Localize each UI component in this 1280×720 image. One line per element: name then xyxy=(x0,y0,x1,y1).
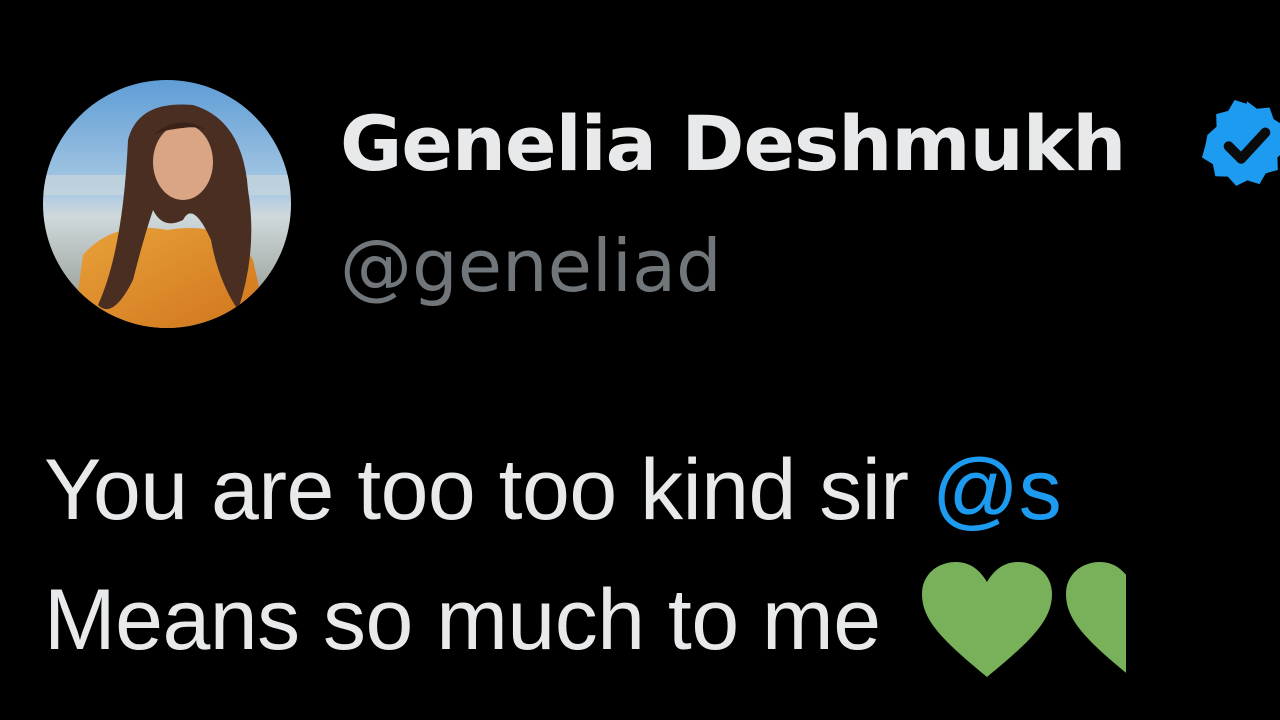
tweet-line-1: You are too too kind sir @s xyxy=(44,430,1280,560)
tweet-line-1-text: You are too too kind sir xyxy=(44,442,932,538)
tweet-text: You are too too kind sir @s Means so muc… xyxy=(44,430,1280,690)
tweet-card[interactable]: Genelia Deshmukh @geneliad You are too t… xyxy=(0,0,1280,720)
tweet-line-2-text: Means so much to me xyxy=(44,572,904,668)
green-heart-emoji-icon xyxy=(1065,562,1126,682)
avatar[interactable] xyxy=(43,80,291,328)
author-display-name[interactable]: Genelia Deshmukh xyxy=(340,94,1126,194)
mention-link[interactable]: @s xyxy=(932,442,1062,538)
verified-badge-icon xyxy=(1197,95,1280,195)
green-heart-emoji-icon xyxy=(921,562,1052,682)
avatar-image xyxy=(43,80,291,328)
author-name-row: Genelia Deshmukh xyxy=(340,94,1280,194)
author-handle[interactable]: @geneliad xyxy=(340,218,722,314)
tweet-line-2: Means so much to me xyxy=(44,560,1280,690)
